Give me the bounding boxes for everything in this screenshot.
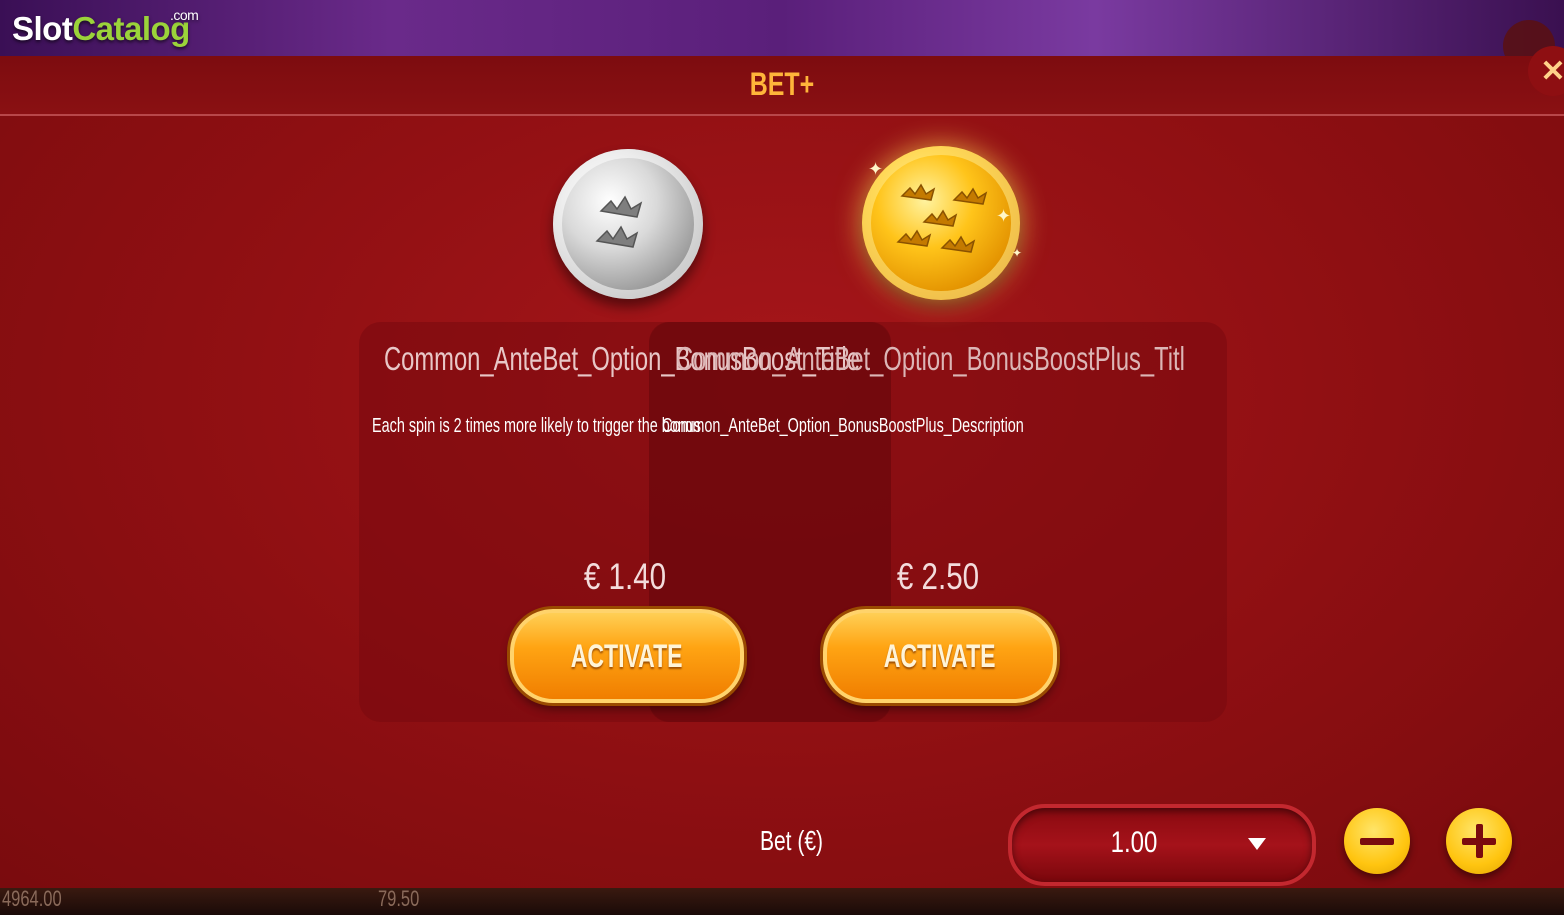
activate-label: ACTIVATE <box>884 637 996 674</box>
game-backdrop <box>0 0 1564 56</box>
logo-slot-text: Slot <box>12 10 73 47</box>
slotcatalog-logo: SlotCatalog .com <box>12 7 199 54</box>
option-price: € 1.40 <box>583 556 667 597</box>
option-description: Each spin is 2 times more likely to trig… <box>372 415 701 437</box>
activate-button[interactable]: ACTIVATE <box>510 609 744 703</box>
sparkle-icon: ✦ <box>996 206 1012 226</box>
game-footer <box>0 888 1564 915</box>
activate-label: ACTIVATE <box>571 637 683 674</box>
activate-button[interactable]: ACTIVATE <box>823 609 1057 703</box>
chevron-down-icon <box>1248 838 1266 850</box>
option-description: Common_AnteBet_Option_BonusBoostPlus_Des… <box>662 415 1024 437</box>
sparkle-icon: ✦ <box>1012 246 1023 260</box>
panel-header: BET+ <box>0 56 1564 116</box>
sparkle-icon: ✦ <box>868 159 884 179</box>
decrease-bet-button[interactable] <box>1344 808 1410 874</box>
silver-coin-icon <box>553 149 703 299</box>
option-title: Common_AnteBet_Option_BonusBoostPlus_Tit… <box>676 340 1185 377</box>
logo-com-text: .com <box>170 7 199 23</box>
bet-select[interactable]: 1.00 <box>1008 804 1316 886</box>
panel-title: BET+ <box>749 66 815 102</box>
bet-label: Bet (€) <box>760 825 824 856</box>
minus-icon <box>1360 837 1394 845</box>
plus-icon-vertical <box>1475 824 1483 858</box>
footer-bet-value: 79.50 <box>378 886 420 911</box>
option-price: € 2.50 <box>896 556 980 597</box>
balance-value: 4964.00 <box>2 886 62 911</box>
bet-plus-panel: BET+ ✕ ✦ ✦ ✦ Common_AnteBet_Option_Bonus… <box>0 46 1564 888</box>
bet-value: 1.00 <box>1110 826 1158 859</box>
increase-bet-button[interactable] <box>1446 808 1512 874</box>
